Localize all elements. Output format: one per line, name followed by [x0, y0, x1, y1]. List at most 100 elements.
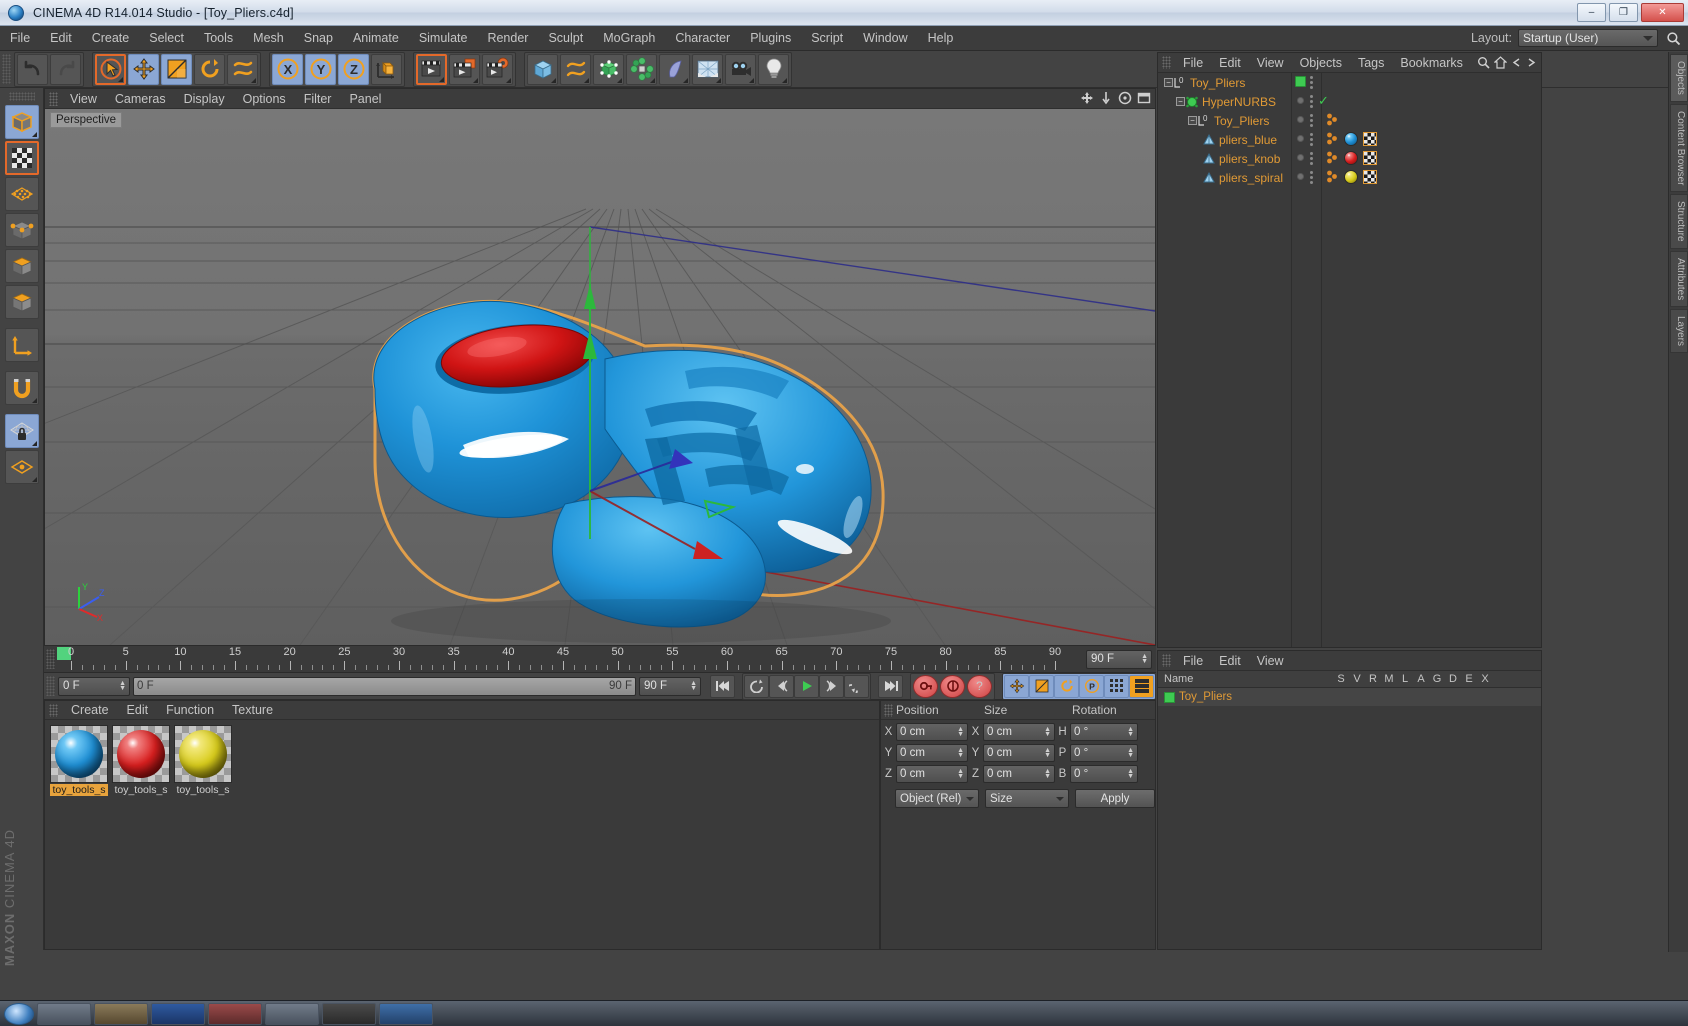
object-tree[interactable]: − 0 Toy_Pliers − HyperNURBS ✓ − 0 Toy_Pl…	[1158, 73, 1541, 647]
lock-z-button[interactable]: Z	[338, 53, 369, 85]
size-x-field[interactable]: 0 cm ▲ ▼	[983, 722, 1055, 741]
uvw-tag[interactable]	[1363, 151, 1377, 165]
taskbar-item[interactable]	[151, 1002, 205, 1025]
viewport-canvas[interactable]: Perspective Y Z X	[45, 109, 1155, 645]
menu-window[interactable]: Window	[853, 29, 917, 47]
taskbar-item[interactable]	[94, 1002, 148, 1025]
timeline-grip[interactable]	[46, 649, 55, 669]
taskbar-item[interactable]	[265, 1002, 319, 1025]
layer-color-swatch[interactable]	[1164, 691, 1175, 703]
menu-create[interactable]: Create	[82, 29, 140, 47]
start-button[interactable]	[4, 1002, 34, 1025]
max-frame-field[interactable]: 90 F ▲ ▼	[639, 676, 701, 696]
position-x-field[interactable]: 0 cm ▲ ▼	[896, 722, 968, 741]
menu-tools[interactable]: Tools	[194, 29, 243, 47]
blue-material-tag[interactable]	[1344, 132, 1358, 146]
move-button[interactable]	[128, 53, 159, 85]
menu-file[interactable]: File	[0, 29, 40, 47]
add-cube-button[interactable]	[527, 53, 558, 85]
apply-button[interactable]: Apply	[1075, 789, 1155, 808]
viewport-menu-filter[interactable]: Filter	[295, 91, 341, 107]
object-manager-grip[interactable]	[1162, 56, 1171, 69]
material-manager-grip[interactable]	[49, 703, 58, 717]
current-frame-field[interactable]: 0 F ▲ ▼	[58, 676, 130, 696]
minimize-button[interactable]: –	[1577, 3, 1606, 22]
menu-mograph[interactable]: MoGraph	[593, 29, 665, 47]
axis-mode-button[interactable]	[4, 328, 39, 362]
taskbar-item[interactable]	[37, 1002, 91, 1025]
menu-snap[interactable]: Snap	[294, 29, 343, 47]
object-menu-view[interactable]: View	[1249, 55, 1292, 71]
texture-mode-button[interactable]	[4, 141, 39, 175]
play-button[interactable]	[794, 674, 819, 698]
menu-select[interactable]: Select	[139, 29, 194, 47]
add-array-button[interactable]	[626, 53, 657, 85]
redo-button[interactable]	[50, 53, 81, 85]
viewport-menu-panel[interactable]: Panel	[340, 91, 390, 107]
preview-range-bar[interactable]: 0 F 90 F	[133, 676, 636, 696]
animbar-grip[interactable]	[46, 676, 55, 696]
object-menu-file[interactable]: File	[1175, 55, 1211, 71]
viewport-menu-display[interactable]: Display	[175, 91, 234, 107]
position-y-field[interactable]: 0 cm ▲ ▼	[896, 743, 968, 762]
enabled-check-icon[interactable]: ✓	[1318, 93, 1329, 109]
stepper-icon[interactable]: ▲ ▼	[1044, 726, 1051, 738]
tab-content-browser[interactable]: Content Browser	[1670, 103, 1688, 193]
coordinate-size-dropdown[interactable]: Size	[985, 789, 1069, 808]
object-row-hypernurbs[interactable]: − HyperNURBS ✓	[1158, 92, 1541, 111]
visibility-dot-render[interactable]	[1310, 114, 1313, 127]
red-material-tag[interactable]	[1344, 151, 1358, 165]
parameter-key-button[interactable]: P	[1079, 674, 1104, 698]
object-menu-objects[interactable]: Objects	[1292, 55, 1350, 71]
maximize-button[interactable]: ❐	[1609, 3, 1638, 22]
go-to-next-key-button[interactable]	[844, 674, 869, 698]
layout-dropdown[interactable]: Startup (User)	[1518, 29, 1658, 47]
visibility-dot-render[interactable]	[1310, 76, 1313, 89]
menu-render[interactable]: Render	[477, 29, 538, 47]
point-mode-button[interactable]	[4, 177, 39, 211]
menu-help[interactable]: Help	[918, 29, 964, 47]
stepper-icon[interactable]: ▲ ▼	[957, 747, 964, 759]
record-active-objects-button[interactable]	[913, 674, 938, 698]
size-y-field[interactable]: 0 cm ▲ ▼	[983, 743, 1055, 762]
menu-plugins[interactable]: Plugins	[740, 29, 801, 47]
material-list[interactable]: toy_tools_s toy_tools_s toy_tools_s	[45, 720, 879, 949]
material-menu-create[interactable]: Create	[62, 702, 118, 718]
visibility-dot-render[interactable]	[1310, 95, 1313, 108]
left-toolbar-grip[interactable]	[8, 92, 35, 101]
material-item[interactable]: toy_tools_s	[174, 725, 234, 796]
rotate-button[interactable]	[194, 53, 225, 85]
go-to-end-button[interactable]	[878, 674, 903, 698]
yellow-material-tag[interactable]	[1344, 170, 1358, 184]
visibility-dot-editor[interactable]	[1295, 76, 1306, 87]
home-icon[interactable]	[1494, 56, 1507, 69]
stepper-icon[interactable]: ▲ ▼	[1127, 768, 1134, 780]
collapse-icon[interactable]	[1511, 57, 1522, 68]
tab-attributes[interactable]: Attributes	[1670, 250, 1688, 308]
expander-icon[interactable]: −	[1176, 97, 1185, 106]
coordinate-grip[interactable]	[884, 703, 893, 717]
rotation-h-field[interactable]: 0 ° ▲ ▼	[1070, 722, 1138, 741]
move-view-icon[interactable]	[1080, 91, 1094, 105]
stepper-icon[interactable]: ▲ ▼	[1044, 768, 1051, 780]
autokeying-button[interactable]	[940, 674, 965, 698]
rotation-b-field[interactable]: 0 ° ▲ ▼	[1070, 764, 1138, 783]
menu-sculpt[interactable]: Sculpt	[538, 29, 593, 47]
stepper-icon[interactable]: ▲ ▼	[1127, 747, 1134, 759]
layer-menu-edit[interactable]: Edit	[1211, 653, 1249, 669]
material-menu-texture[interactable]: Texture	[223, 702, 282, 718]
visibility-dot-editor[interactable]	[1297, 97, 1304, 104]
stepper-icon[interactable]: ▲ ▼	[119, 680, 126, 692]
workplane-button[interactable]	[4, 450, 39, 484]
object-row-pliers-knob[interactable]: pliers_knob	[1158, 149, 1541, 168]
search-icon[interactable]	[1477, 56, 1490, 69]
material-item[interactable]: toy_tools_s	[112, 725, 172, 796]
taskbar-item[interactable]	[208, 1002, 262, 1025]
world-object-coords-button[interactable]	[371, 53, 402, 85]
uvw-tag[interactable]	[1363, 132, 1377, 146]
coordinate-mode-dropdown[interactable]: Object (Rel)	[895, 789, 979, 808]
size-z-field[interactable]: 0 cm ▲ ▼	[983, 764, 1055, 783]
lock-y-button[interactable]: Y	[305, 53, 336, 85]
position-key-button[interactable]	[1004, 674, 1029, 698]
add-camera-button[interactable]	[725, 53, 756, 85]
